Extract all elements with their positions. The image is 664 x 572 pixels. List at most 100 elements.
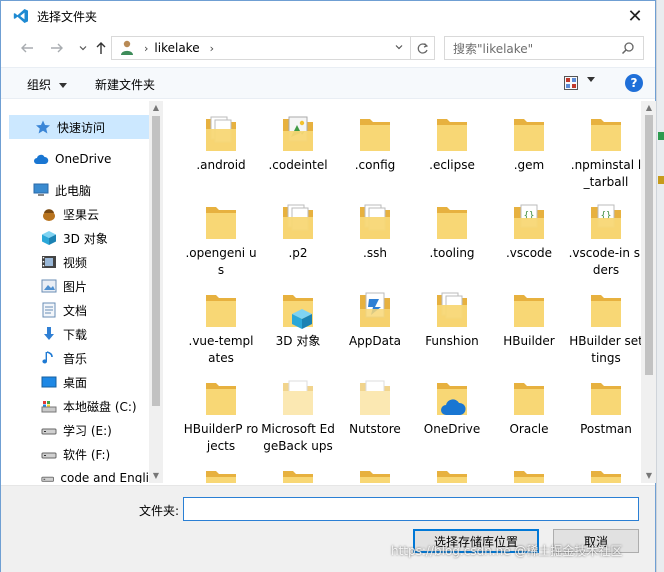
folder-item[interactable]: Funshion [414, 281, 490, 369]
folder-item[interactable]: {} .vscode-in siders [568, 193, 641, 281]
command-toolbar: 组织 新建文件夹 ? [1, 67, 655, 99]
caret-down-icon [587, 77, 595, 82]
folder-item-partial[interactable] [183, 457, 259, 483]
refresh-button[interactable] [411, 36, 435, 60]
folder-picker-dialog: 选择文件夹 ✕ › likelake › 搜索"likelake" 组织 新建文… [0, 0, 656, 572]
scroll-up-icon[interactable]: ▲ [644, 103, 654, 113]
nav-label: 3D 对象 [63, 231, 108, 246]
folder-item-partial[interactable] [414, 457, 490, 483]
folder-item[interactable]: Microsoft EdgeBack ups [260, 369, 336, 457]
dialog-footer: 文件夹: 选择存储库位置 取消 https://blog.csdn.ne @稀土… [1, 485, 655, 572]
folder-icon [514, 295, 544, 327]
scroll-down-icon[interactable]: ▼ [151, 471, 161, 481]
organize-button[interactable]: 组织 [27, 76, 67, 93]
folder-item-partial[interactable] [337, 457, 413, 483]
folder-item[interactable]: .npminstal l_tarball [568, 105, 641, 193]
help-button[interactable]: ? [625, 74, 643, 92]
nav-item-quick-access[interactable]: 快速访问 [9, 115, 149, 139]
folder-item[interactable]: .gem [491, 105, 567, 193]
forward-button[interactable] [47, 38, 67, 58]
breadcrumb-separator-icon: › [209, 41, 214, 55]
nav-label: 软件 (F:) [63, 447, 111, 462]
folder-item[interactable]: Postman [568, 369, 641, 457]
back-button[interactable] [17, 38, 37, 58]
folder-item[interactable]: .tooling [414, 193, 490, 281]
folder-item[interactable]: .vue-templ ates [183, 281, 259, 369]
content-scrollbar[interactable]: ▲ ▼ [641, 101, 656, 483]
folder-item[interactable]: AppData [337, 281, 413, 369]
folder-item[interactable]: HBuilderP rojects [183, 369, 259, 457]
nav-item-drive-e[interactable]: 学习 (E:) [9, 418, 149, 442]
nav-item-documents[interactable]: 文档 [9, 298, 149, 322]
folder-item[interactable]: {} .vscode [491, 193, 567, 281]
folder-item[interactable]: .android [183, 105, 259, 193]
content-scroll-thumb[interactable] [645, 115, 653, 375]
folder-docs-icon [437, 292, 467, 327]
nav-label: 下载 [63, 327, 88, 342]
folder-icon [283, 471, 313, 483]
nav-item-downloads[interactable]: 下载 [9, 322, 149, 346]
recent-locations-button[interactable] [73, 38, 93, 58]
up-button[interactable] [91, 38, 111, 58]
folder-item[interactable]: .ssh [337, 193, 413, 281]
folder-grid: .android .codeintel .config .eclipse .gem .np… [167, 101, 641, 483]
nav-item-videos[interactable]: 视频 [9, 250, 149, 274]
nav-label: 视频 [63, 255, 88, 270]
folder-label: .config [354, 158, 396, 172]
search-placeholder: 搜索"likelake" [453, 41, 534, 56]
background-app-marker [658, 132, 664, 140]
scroll-down-icon[interactable]: ▼ [644, 471, 654, 481]
folder-icon [514, 471, 544, 483]
nav-item-drive-code[interactable]: code and Engli [9, 466, 149, 483]
view-options-icon[interactable] [564, 76, 578, 90]
address-history-dropdown[interactable] [392, 42, 406, 56]
folder-code-icon: {} [591, 204, 621, 239]
desktop-icon [41, 376, 57, 388]
nav-item-onedrive[interactable]: OneDrive [9, 147, 149, 171]
folder-label: Oracle [509, 422, 549, 436]
search-box[interactable]: 搜索"likelake" [444, 36, 644, 60]
nav-label: 快速访问 [57, 120, 106, 135]
folder-icon [514, 383, 544, 415]
folder-icon [437, 119, 467, 151]
caret-down-icon [58, 83, 67, 88]
scroll-up-icon[interactable]: ▲ [151, 103, 161, 113]
address-bar[interactable]: › likelake › [111, 36, 411, 60]
nav-item-this-pc[interactable]: 此电脑 [9, 178, 149, 202]
nav-item-3d-objects[interactable]: 3D 对象 [9, 226, 149, 250]
folder-item[interactable]: Nutstore [337, 369, 413, 457]
nav-item-jianguoyun[interactable]: 坚果云 [9, 202, 149, 226]
chevron-down-icon [395, 45, 403, 50]
close-button[interactable]: ✕ [615, 1, 655, 31]
folder-item[interactable]: OneDrive [414, 369, 490, 457]
folder-item[interactable]: .codeintel [260, 105, 336, 193]
folder-item-partial[interactable] [260, 457, 336, 483]
nav-item-desktop[interactable]: 桌面 [9, 370, 149, 394]
document-icon [42, 302, 56, 318]
folder-item[interactable]: .eclipse [414, 105, 490, 193]
folder-item-partial[interactable] [568, 457, 641, 483]
folder-name-input[interactable] [183, 497, 639, 521]
folder-item-partial[interactable] [491, 457, 567, 483]
nav-item-pictures[interactable]: 图片 [9, 274, 149, 298]
breadcrumb-likelake[interactable]: likelake [154, 41, 199, 55]
background-app-marker [658, 176, 664, 184]
folder-item[interactable]: Oracle [491, 369, 567, 457]
folder-image-icon [283, 116, 313, 151]
folder-item[interactable]: 3D 对象 [260, 281, 336, 369]
folder-label: .codeintel [268, 158, 328, 172]
folder-icon [206, 471, 236, 483]
folder-item[interactable]: .p2 [260, 193, 336, 281]
view-dropdown[interactable] [587, 76, 595, 86]
folder-item[interactable]: .config [337, 105, 413, 193]
nav-scroll-thumb[interactable] [152, 116, 160, 406]
cube-icon [42, 231, 56, 245]
folder-item[interactable]: HBuilder settings [568, 281, 641, 369]
new-folder-button[interactable]: 新建文件夹 [95, 76, 155, 93]
nav-item-music[interactable]: 音乐 [9, 346, 149, 370]
nav-item-drive-f[interactable]: 软件 (F:) [9, 442, 149, 466]
folder-item[interactable]: .opengeni us [183, 193, 259, 281]
nav-item-drive-c[interactable]: 本地磁盘 (C:) [9, 394, 149, 418]
nav-pane-scrollbar[interactable]: ▲ ▼ [149, 101, 163, 483]
folder-item[interactable]: HBuilder [491, 281, 567, 369]
